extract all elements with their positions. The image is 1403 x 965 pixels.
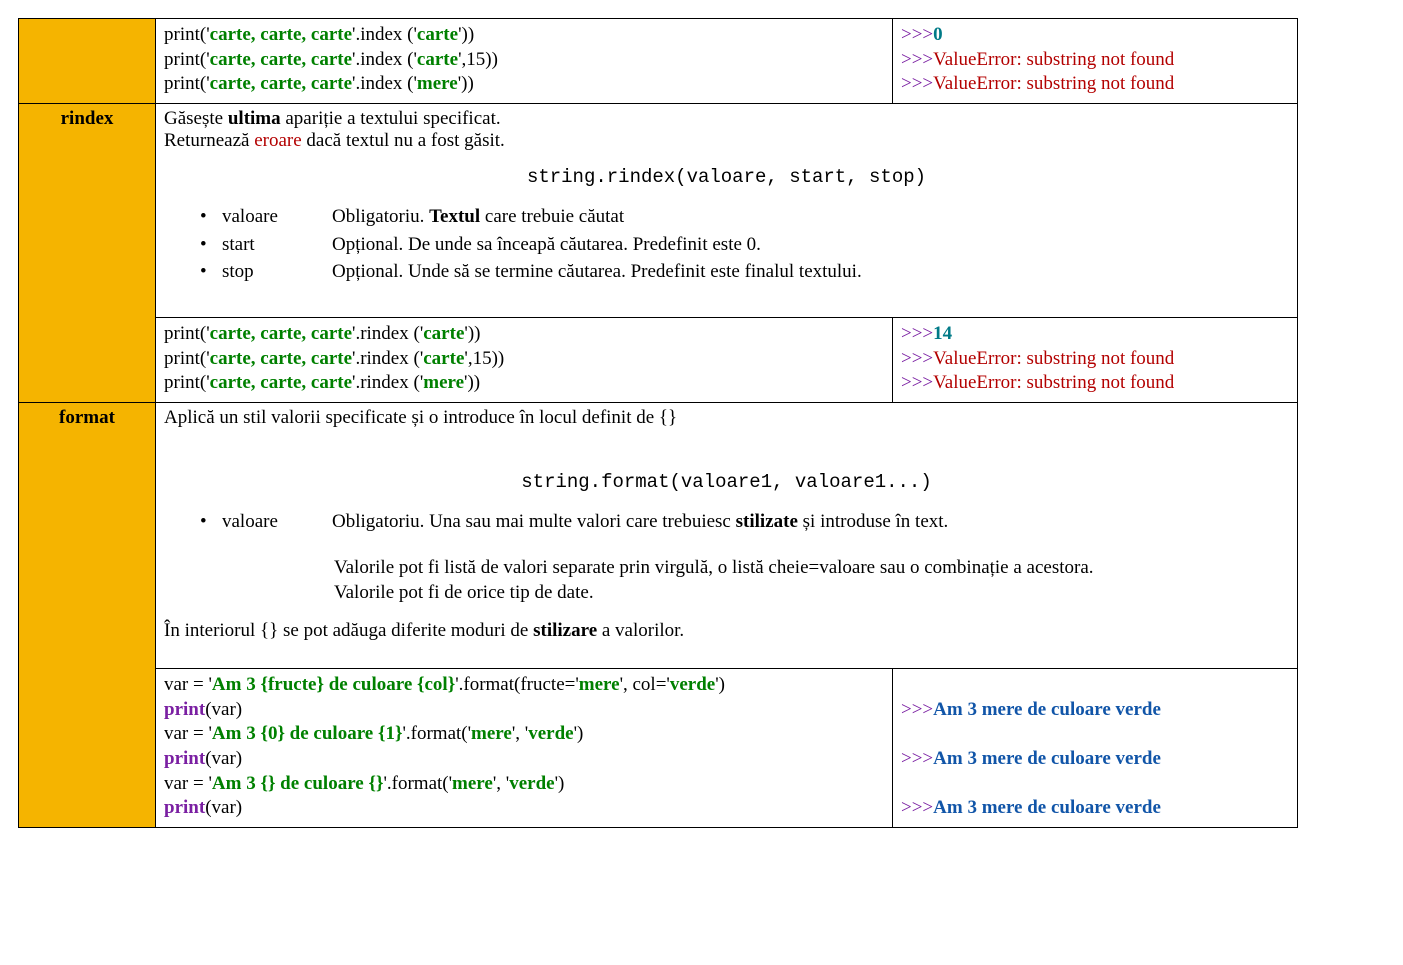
signature: string.rindex(valoare, start, stop)	[164, 166, 1289, 188]
param: •valoareObligatoriu. Textul care trebuie…	[200, 204, 1289, 230]
desc-cell-rindex: Găsește ultima apariție a textului speci…	[156, 104, 1298, 318]
param: •startOpțional. De unde sa înceapă căuta…	[200, 232, 1289, 258]
output-line: >>>14	[901, 322, 1289, 347]
code-line: var = 'Am 3 {0} de culoare {1}'.format('…	[164, 722, 884, 747]
output-line: >>>ValueError: substring not found	[901, 347, 1289, 372]
desc-line: Aplică un stil valorii specificate și o …	[164, 407, 1289, 429]
desc-line: Valorile pot fi de orice tip de date.	[334, 580, 1289, 606]
code-cell-format: var = 'Am 3 {fructe} de culoare {col}'.f…	[156, 668, 893, 827]
output-line: >>>ValueError: substring not found	[901, 371, 1289, 396]
param-list: •valoareObligatoriu. Una sau mai multe v…	[200, 509, 1289, 535]
method-name: format	[59, 407, 115, 428]
output-cell-rindex: >>>14 >>>ValueError: substring not found…	[893, 317, 1298, 402]
code-line: print('carte, carte, carte'.index ('cart…	[164, 48, 884, 73]
param-list: •valoareObligatoriu. Textul care trebuie…	[200, 204, 1289, 285]
code-line: print(var)	[164, 747, 884, 772]
output-line: >>>Am 3 mere de culoare verde	[901, 796, 1289, 821]
output-line: >>>ValueError: substring not found	[901, 72, 1289, 97]
desc-line: Valorile pot fi listă de valori separate…	[334, 555, 1289, 581]
code-cell-index: print('carte, carte, carte'.index ('cart…	[156, 19, 893, 104]
code-line: print(var)	[164, 796, 884, 821]
desc-line: În interiorul {} se pot adăuga diferite …	[164, 620, 1289, 642]
code-cell-rindex: print('carte, carte, carte'.rindex ('car…	[156, 317, 893, 402]
output-line: >>>0	[901, 23, 1289, 48]
param: •valoareObligatoriu. Una sau mai multe v…	[200, 509, 1289, 535]
code-line: print('carte, carte, carte'.index ('mere…	[164, 72, 884, 97]
output-line: >>>Am 3 mere de culoare verde	[901, 747, 1289, 772]
output-line	[901, 772, 1289, 797]
methods-table: print('carte, carte, carte'.index ('cart…	[18, 18, 1298, 828]
desc-cell-format: Aplică un stil valorii specificate și o …	[156, 403, 1298, 669]
method-cell-rindex: rindex	[19, 104, 156, 403]
output-cell-index: >>>0 >>>ValueError: substring not found …	[893, 19, 1298, 104]
desc-line: Returnează eroare dacă textul nu a fost …	[164, 130, 1289, 152]
output-line	[901, 722, 1289, 747]
desc-line: Găsește ultima apariție a textului speci…	[164, 108, 1289, 130]
output-cell-format: >>>Am 3 mere de culoare verde >>>Am 3 me…	[893, 668, 1298, 827]
method-name: rindex	[61, 108, 114, 129]
code-line: print('carte, carte, carte'.rindex ('car…	[164, 347, 884, 372]
code-line: var = 'Am 3 {fructe} de culoare {col}'.f…	[164, 673, 884, 698]
signature: string.format(valoare1, valoare1...)	[164, 471, 1289, 493]
output-line	[901, 673, 1289, 698]
code-line: print('carte, carte, carte'.rindex ('mer…	[164, 371, 884, 396]
method-cell-format: format	[19, 403, 156, 828]
output-line: >>>ValueError: substring not found	[901, 48, 1289, 73]
code-line: print(var)	[164, 698, 884, 723]
param: •stopOpțional. Unde să se termine căutar…	[200, 259, 1289, 285]
code-line: print('carte, carte, carte'.rindex ('car…	[164, 322, 884, 347]
code-line: print('carte, carte, carte'.index ('cart…	[164, 23, 884, 48]
method-cell-index-tail	[19, 19, 156, 104]
output-line: >>>Am 3 mere de culoare verde	[901, 698, 1289, 723]
code-line: var = 'Am 3 {} de culoare {}'.format('me…	[164, 772, 884, 797]
